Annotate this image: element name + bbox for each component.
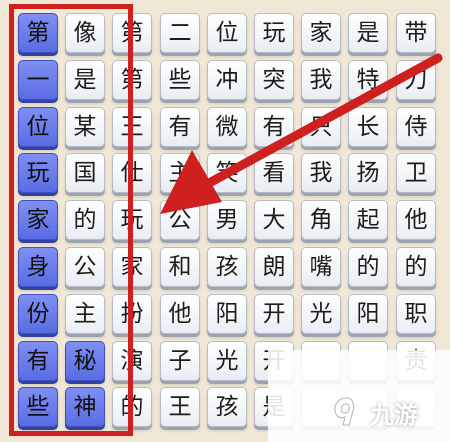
char-tile-r3-c4[interactable]: 笑 (207, 153, 247, 193)
char-tile-r0-c0[interactable]: 第 (18, 13, 58, 53)
char-tile-r5-c4[interactable]: 孩 (207, 247, 247, 287)
char-tile-r4-c7[interactable]: 起 (348, 200, 388, 240)
char-tile-r6-c2[interactable]: 扮 (112, 294, 152, 334)
char-tile-r4-c2[interactable]: 玩 (112, 200, 152, 240)
char-tile-r6-c5[interactable]: 开 (254, 294, 294, 334)
char-tile-r5-c0[interactable]: 身 (18, 247, 58, 287)
char-tile-r3-c6[interactable]: 我 (301, 153, 341, 193)
char-tile-r0-c1[interactable]: 像 (65, 13, 105, 53)
char-tile-r4-c0[interactable]: 家 (18, 200, 58, 240)
char-tile-r7-c1[interactable]: 秘 (65, 341, 105, 381)
char-tile-r5-c7[interactable]: 的 (348, 247, 388, 287)
char-tile-r4-c8[interactable]: 他 (396, 200, 436, 240)
char-tile-r1-c3[interactable]: 些 (160, 60, 200, 100)
char-tile-r3-c3[interactable]: 主 (160, 153, 200, 193)
char-tile-r0-c6[interactable]: 家 (301, 13, 341, 53)
char-tile-r8-c4[interactable]: 孩 (207, 387, 247, 427)
char-tile-r4-c4[interactable]: 男 (207, 200, 247, 240)
char-tile-r7-c4[interactable]: 光 (207, 341, 247, 381)
char-tile-r2-c3[interactable]: 有 (160, 107, 200, 147)
char-tile-r2-c8[interactable]: 侍 (396, 107, 436, 147)
char-tile-r5-c2[interactable]: 家 (112, 247, 152, 287)
char-tile-r6-c3[interactable]: 他 (160, 294, 200, 334)
char-tile-r0-c2[interactable]: 第 (112, 13, 152, 53)
char-tile-r1-c0[interactable]: 一 (18, 60, 58, 100)
char-tile-r6-c8[interactable]: 职 (396, 294, 436, 334)
char-tile-r3-c2[interactable]: 仕 (112, 153, 152, 193)
char-tile-r6-c4[interactable]: 阳 (207, 294, 247, 334)
char-tile-r3-c8[interactable]: 卫 (396, 153, 436, 193)
char-tile-r0-c4[interactable]: 位 (207, 13, 247, 53)
char-tile-r6-c0[interactable]: 份 (18, 294, 58, 334)
watermark-text: 九游 (370, 400, 418, 429)
char-tile-r8-c0[interactable]: 些 (18, 387, 58, 427)
char-tile-r5-c8[interactable]: 的 (396, 247, 436, 287)
char-tile-r5-c5[interactable]: 朗 (254, 247, 294, 287)
char-tile-r8-c3[interactable]: 王 (160, 387, 200, 427)
char-tile-r7-c2[interactable]: 演 (112, 341, 152, 381)
char-tile-r8-c1[interactable]: 神 (65, 387, 105, 427)
char-tile-r2-c2[interactable]: 王 (112, 107, 152, 147)
char-tile-r8-c2[interactable]: 的 (112, 387, 152, 427)
char-tile-r3-c7[interactable]: 扬 (348, 153, 388, 193)
char-tile-r5-c3[interactable]: 和 (160, 247, 200, 287)
char-tile-r0-c5[interactable]: 玩 (254, 13, 294, 53)
char-tile-r4-c3[interactable]: 公 (160, 200, 200, 240)
char-tile-r1-c5[interactable]: 突 (254, 60, 294, 100)
char-tile-r1-c7[interactable]: 特 (348, 60, 388, 100)
char-tile-r3-c0[interactable]: 玩 (18, 153, 58, 193)
char-tile-r6-c6[interactable]: 光 (301, 294, 341, 334)
char-tile-r0-c3[interactable]: 二 (160, 13, 200, 53)
char-tile-r1-c8[interactable]: 刀 (396, 60, 436, 100)
char-tile-r2-c1[interactable]: 某 (65, 107, 105, 147)
char-tile-r5-c6[interactable]: 嘴 (301, 247, 341, 287)
char-tile-r2-c7[interactable]: 长 (348, 107, 388, 147)
char-tile-r1-c1[interactable]: 是 (65, 60, 105, 100)
char-tile-r3-c1[interactable]: 国 (65, 153, 105, 193)
char-tile-r1-c2[interactable]: 第 (112, 60, 152, 100)
char-tile-r6-c7[interactable]: 阳 (348, 294, 388, 334)
char-tile-r1-c6[interactable]: 我 (301, 60, 341, 100)
char-tile-r4-c6[interactable]: 角 (301, 200, 341, 240)
char-tile-r0-c7[interactable]: 是 (348, 13, 388, 53)
char-tile-r7-c3[interactable]: 子 (160, 341, 200, 381)
char-tile-r1-c4[interactable]: 冲 (207, 60, 247, 100)
nine-game-logo-icon (334, 397, 355, 426)
char-tile-r4-c5[interactable]: 大 (254, 200, 294, 240)
char-tile-r2-c5[interactable]: 有 (254, 107, 294, 147)
char-tile-r7-c0[interactable]: 有 (18, 341, 58, 381)
char-tile-r4-c1[interactable]: 的 (65, 200, 105, 240)
char-tile-r2-c0[interactable]: 位 (18, 107, 58, 147)
char-tile-r2-c4[interactable]: 微 (207, 107, 247, 147)
char-tile-r0-c8[interactable]: 带 (396, 13, 436, 53)
watermark: 九游 (330, 392, 418, 432)
char-tile-r6-c1[interactable]: 主 (65, 294, 105, 334)
char-tile-r2-c6[interactable]: 只 (301, 107, 341, 147)
char-tile-r5-c1[interactable]: 公 (65, 247, 105, 287)
char-tile-r3-c5[interactable]: 看 (254, 153, 294, 193)
